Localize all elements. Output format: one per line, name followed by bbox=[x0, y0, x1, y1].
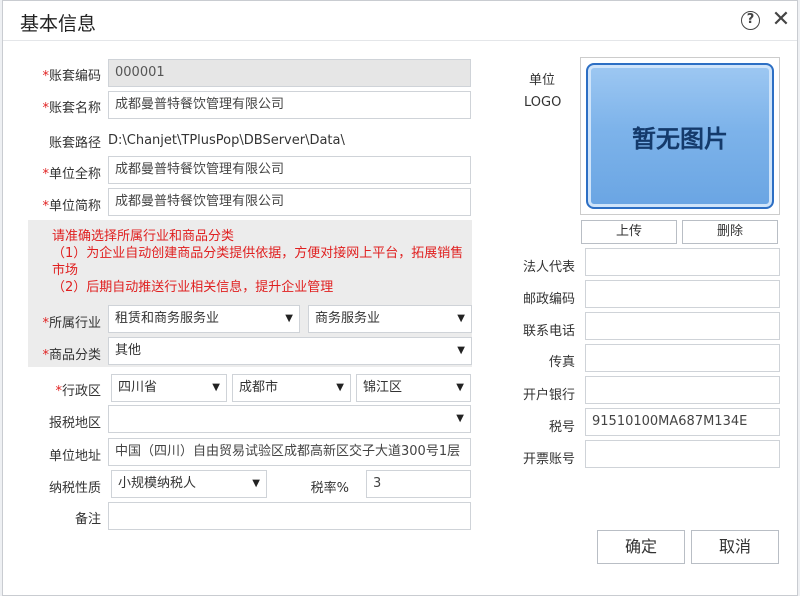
tax-region-select[interactable]: ▼ bbox=[108, 405, 471, 433]
account-name-label: *账套名称 bbox=[42, 101, 101, 116]
company-short-name-label: *单位简称 bbox=[42, 199, 101, 214]
bank-input[interactable] bbox=[585, 376, 780, 404]
basic-info-dialog: 基本信息 ? ✕ *账套编码 000001 *账套名称 成都曼普特餐饮管理有限公… bbox=[2, 0, 798, 596]
phone-input[interactable] bbox=[585, 312, 780, 340]
company-full-name-label: *单位全称 bbox=[42, 167, 101, 182]
cancel-button[interactable]: 取消 bbox=[691, 530, 779, 564]
sub-industry-select[interactable]: 商务服务业 ▼ bbox=[308, 305, 472, 333]
account-code-field: 000001 bbox=[108, 59, 471, 87]
account-path-label: 账套路径 bbox=[48, 136, 101, 151]
product-category-label: *商品分类 bbox=[42, 348, 101, 363]
chevron-down-icon: ▼ bbox=[212, 382, 220, 393]
industry-hint-text: 请准确选择所属行业和商品分类 （1）为企业自动创建商品分类提供依据，方便对接网上… bbox=[52, 229, 464, 295]
invoice-account-label: 开票账号 bbox=[522, 452, 575, 467]
logo-preview: 暂无图片 bbox=[580, 57, 780, 215]
taxpayer-type-select[interactable]: 小规模纳税人 ▼ bbox=[111, 470, 267, 498]
account-code-label: *账套编码 bbox=[42, 69, 101, 84]
fax-input[interactable] bbox=[585, 344, 780, 372]
logo-label-line2: LOGO bbox=[524, 95, 562, 110]
industry-hint-panel: 请准确选择所属行业和商品分类 （1）为企业自动创建商品分类提供依据，方便对接网上… bbox=[28, 220, 472, 367]
logo-placeholder-image: 暂无图片 bbox=[586, 63, 774, 209]
address-input[interactable]: 中国（四川）自由贸易试验区成都高新区交子大道300号1层 bbox=[108, 438, 471, 466]
company-short-name-input[interactable]: 成都曼普特餐饮管理有限公司 bbox=[108, 188, 471, 216]
chevron-down-icon: ▼ bbox=[252, 478, 260, 489]
province-select[interactable]: 四川省 ▼ bbox=[111, 374, 227, 402]
delete-button[interactable]: 删除 bbox=[682, 220, 778, 244]
postal-code-label: 邮政编码 bbox=[522, 292, 575, 307]
company-full-name-input[interactable]: 成都曼普特餐饮管理有限公司 bbox=[108, 156, 471, 184]
chevron-down-icon: ▼ bbox=[457, 345, 465, 356]
industry-select[interactable]: 租赁和商务服务业 ▼ bbox=[108, 305, 300, 333]
district-select[interactable]: 锦江区 ▼ bbox=[356, 374, 471, 402]
question-circle-icon[interactable]: ? bbox=[741, 11, 760, 30]
taxpayer-type-label: 纳税性质 bbox=[48, 481, 101, 496]
bank-label: 开户银行 bbox=[522, 388, 575, 403]
account-name-input[interactable]: 成都曼普特餐饮管理有限公司 bbox=[108, 91, 471, 119]
chevron-down-icon: ▼ bbox=[285, 313, 293, 324]
tax-region-label: 报税地区 bbox=[48, 416, 101, 431]
legal-rep-label: 法人代表 bbox=[522, 260, 575, 275]
chevron-down-icon: ▼ bbox=[457, 313, 465, 324]
remark-input[interactable] bbox=[108, 502, 471, 530]
fax-label: 传真 bbox=[548, 355, 575, 370]
ok-button[interactable]: 确定 bbox=[597, 530, 685, 564]
dialog-titlebar: 基本信息 ? ✕ bbox=[3, 1, 797, 41]
tax-no-input[interactable]: 91510100MA687M134E bbox=[585, 408, 780, 436]
logo-label-line1: 单位 bbox=[529, 73, 556, 88]
industry-label: *所属行业 bbox=[42, 316, 101, 331]
invoice-account-input[interactable] bbox=[585, 440, 780, 468]
phone-label: 联系电话 bbox=[522, 324, 575, 339]
chevron-down-icon: ▼ bbox=[336, 382, 344, 393]
logo-placeholder-text: 暂无图片 bbox=[632, 125, 728, 153]
tax-no-label: 税号 bbox=[548, 420, 575, 435]
upload-button[interactable]: 上传 bbox=[581, 220, 677, 244]
remark-label: 备注 bbox=[74, 512, 101, 527]
city-select[interactable]: 成都市 ▼ bbox=[232, 374, 351, 402]
close-icon[interactable]: ✕ bbox=[769, 7, 793, 33]
chevron-down-icon: ▼ bbox=[456, 382, 464, 393]
product-category-select[interactable]: 其他 ▼ bbox=[108, 337, 472, 365]
legal-rep-input[interactable] bbox=[585, 248, 780, 276]
region-label: *行政区 bbox=[55, 384, 101, 399]
postal-code-input[interactable] bbox=[585, 280, 780, 308]
tax-rate-input[interactable]: 3 bbox=[366, 470, 471, 498]
dialog-title: 基本信息 bbox=[20, 13, 97, 35]
tax-rate-label: 税率% bbox=[310, 481, 349, 496]
account-path-value: D:\Chanjet\TPlusPop\DBServer\Data\ bbox=[108, 133, 345, 148]
chevron-down-icon: ▼ bbox=[456, 413, 464, 424]
address-label: 单位地址 bbox=[48, 449, 101, 464]
